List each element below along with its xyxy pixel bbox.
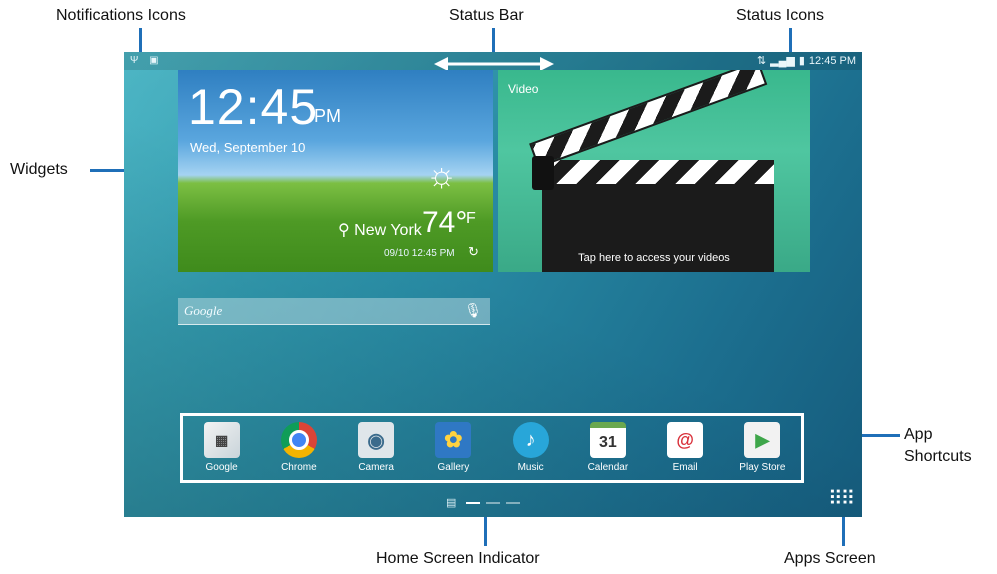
callout-apps-screen: Apps Screen (784, 550, 876, 567)
app-play-store[interactable]: ▶ Play Store (727, 422, 797, 473)
gallery-icon: ✿ (435, 422, 472, 458)
app-chrome[interactable]: Chrome (264, 422, 334, 473)
clapperboard-arm (529, 70, 768, 168)
weather-temperature: 74° (422, 206, 468, 239)
home-screen: Ψ ▣ ⇅ ▂▄▆ ▮ 12:45 PM 12:45 PM Wed, Septe… (124, 52, 862, 517)
app-label: Camera (358, 462, 394, 473)
search-label: Google (184, 303, 223, 318)
page-dot-active[interactable] (466, 501, 481, 504)
google-folder-icon: ▦ (203, 422, 240, 458)
clapperboard-hinge (532, 156, 554, 190)
battery-icon: ▮ (798, 55, 805, 67)
google-search-bar[interactable]: Google 🎙 (178, 298, 490, 325)
email-icon: @ (667, 422, 704, 458)
weather-city: ⚲ New York (338, 222, 422, 239)
app-label: Music (517, 462, 544, 473)
app-calendar[interactable]: 31 Calendar (573, 422, 643, 473)
page-dot[interactable] (486, 501, 501, 504)
weather-city-label: New York (354, 222, 422, 239)
widgets-leader-line (90, 169, 128, 172)
weather-updated: 09/10 12:45 PM (384, 248, 455, 259)
status-bar: Ψ ▣ ⇅ ▂▄▆ ▮ 12:45 PM (124, 52, 862, 71)
callout-status-bar: Status Bar (449, 7, 524, 24)
chrome-icon (280, 422, 317, 458)
app-label: Google (205, 462, 238, 473)
video-widget-caption: Tap here to access your videos (578, 252, 730, 264)
clock-date: Wed, September 10 (190, 140, 306, 155)
play-store-icon: ▶ (744, 422, 781, 458)
app-music[interactable]: ♪ Music (496, 422, 566, 473)
status-time: 12:45 PM (808, 54, 856, 67)
clapperboard-stripes (542, 160, 774, 184)
callout-notifications-icons: Notifications Icons (56, 7, 186, 24)
sun-icon: ☼ (426, 156, 458, 194)
page-overview-icon[interactable]: ▤ (446, 496, 456, 509)
app-shortcuts: ▦ Google Chrome ◉ Camera ✿ Gallery ♪ Mus… (180, 413, 804, 483)
calendar-icon: 31 (589, 422, 626, 458)
app-label: Gallery (437, 462, 470, 473)
notification-icons[interactable]: Ψ ▣ (130, 55, 163, 66)
video-widget-title: Video (508, 82, 539, 96)
video-widget[interactable]: Video Tap here to access your videos (498, 70, 810, 272)
callout-widgets: Widgets (10, 161, 68, 178)
apps-grid-icon[interactable]: ⠿⠿ (828, 486, 855, 511)
signal-icon: ▂▄▆ (770, 55, 795, 67)
app-shortcuts-leader-line (862, 434, 900, 437)
callout-app-shortcuts-line2: Shortcuts (904, 448, 972, 465)
callout-home-screen-indicator: Home Screen Indicator (376, 550, 540, 567)
app-camera[interactable]: ◉ Camera (341, 422, 411, 473)
app-label: Email (672, 462, 698, 473)
camera-icon: ◉ (358, 422, 395, 458)
weather-unit: F (466, 210, 476, 227)
music-icon: ♪ (512, 422, 549, 458)
app-label: Calendar (587, 462, 629, 473)
refresh-icon[interactable]: ↻ (468, 244, 479, 260)
callout-app-shortcuts-line1: App (904, 426, 933, 443)
app-gallery[interactable]: ✿ Gallery (418, 422, 488, 473)
callout-status-icons: Status Icons (736, 7, 825, 24)
home-screen-indicator[interactable]: ▤ (446, 496, 521, 509)
app-label: Play Store (739, 462, 786, 473)
microphone-icon[interactable]: 🎙 (464, 302, 482, 319)
status-bar-arrow (434, 57, 554, 71)
app-label: Chrome (281, 462, 317, 473)
wifi-icon: ⇅ (756, 55, 767, 67)
clock-time: 12:45 (188, 79, 319, 135)
app-google[interactable]: ▦ Google (187, 422, 257, 473)
page-dot[interactable] (506, 501, 521, 504)
app-email[interactable]: @ Email (650, 422, 720, 473)
clock-ampm: PM (314, 106, 341, 126)
clock-weather-widget[interactable]: 12:45 PM Wed, September 10 ☼ ⚲ New York … (178, 70, 493, 272)
